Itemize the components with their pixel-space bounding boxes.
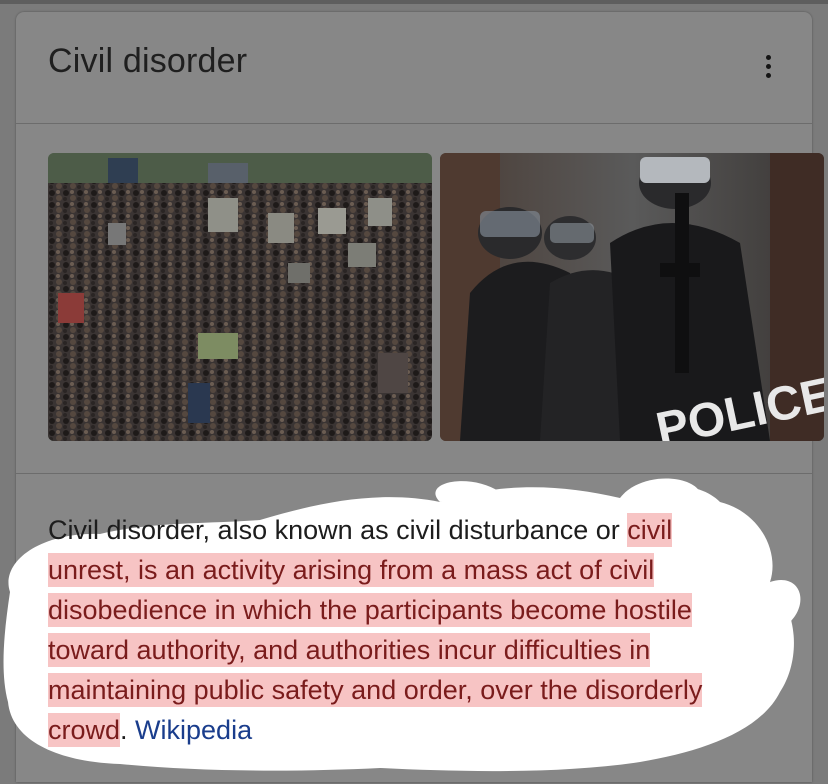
header-divider bbox=[16, 123, 812, 124]
knowledge-panel-card: Civil disorder POLICE Civil disorder, al… bbox=[3, 12, 824, 784]
image-police[interactable]: POLICE bbox=[440, 153, 824, 441]
panel-title: Civil disorder bbox=[48, 42, 248, 80]
more-vert-icon-dot bbox=[765, 72, 771, 78]
police-photo-icon: POLICE bbox=[440, 153, 824, 441]
more-vert-icon bbox=[765, 54, 771, 60]
more-options-button[interactable] bbox=[752, 48, 784, 84]
top-strip bbox=[0, 0, 828, 4]
crowd-photo-icon bbox=[48, 153, 432, 441]
wikipedia-source-link[interactable]: Wikipedia bbox=[135, 715, 252, 745]
description-text: Civil disorder, also known as civil dist… bbox=[48, 510, 758, 750]
description-section: Civil disorder, also known as civil dist… bbox=[3, 474, 812, 784]
description-highlighted: civil unrest, is an activity arising fro… bbox=[48, 513, 703, 747]
more-vert-icon-dot bbox=[765, 63, 771, 69]
image-crowd[interactable] bbox=[48, 153, 432, 441]
description-plain: Civil disorder, also known as civil dist… bbox=[48, 515, 628, 545]
description-after: . bbox=[120, 715, 136, 745]
